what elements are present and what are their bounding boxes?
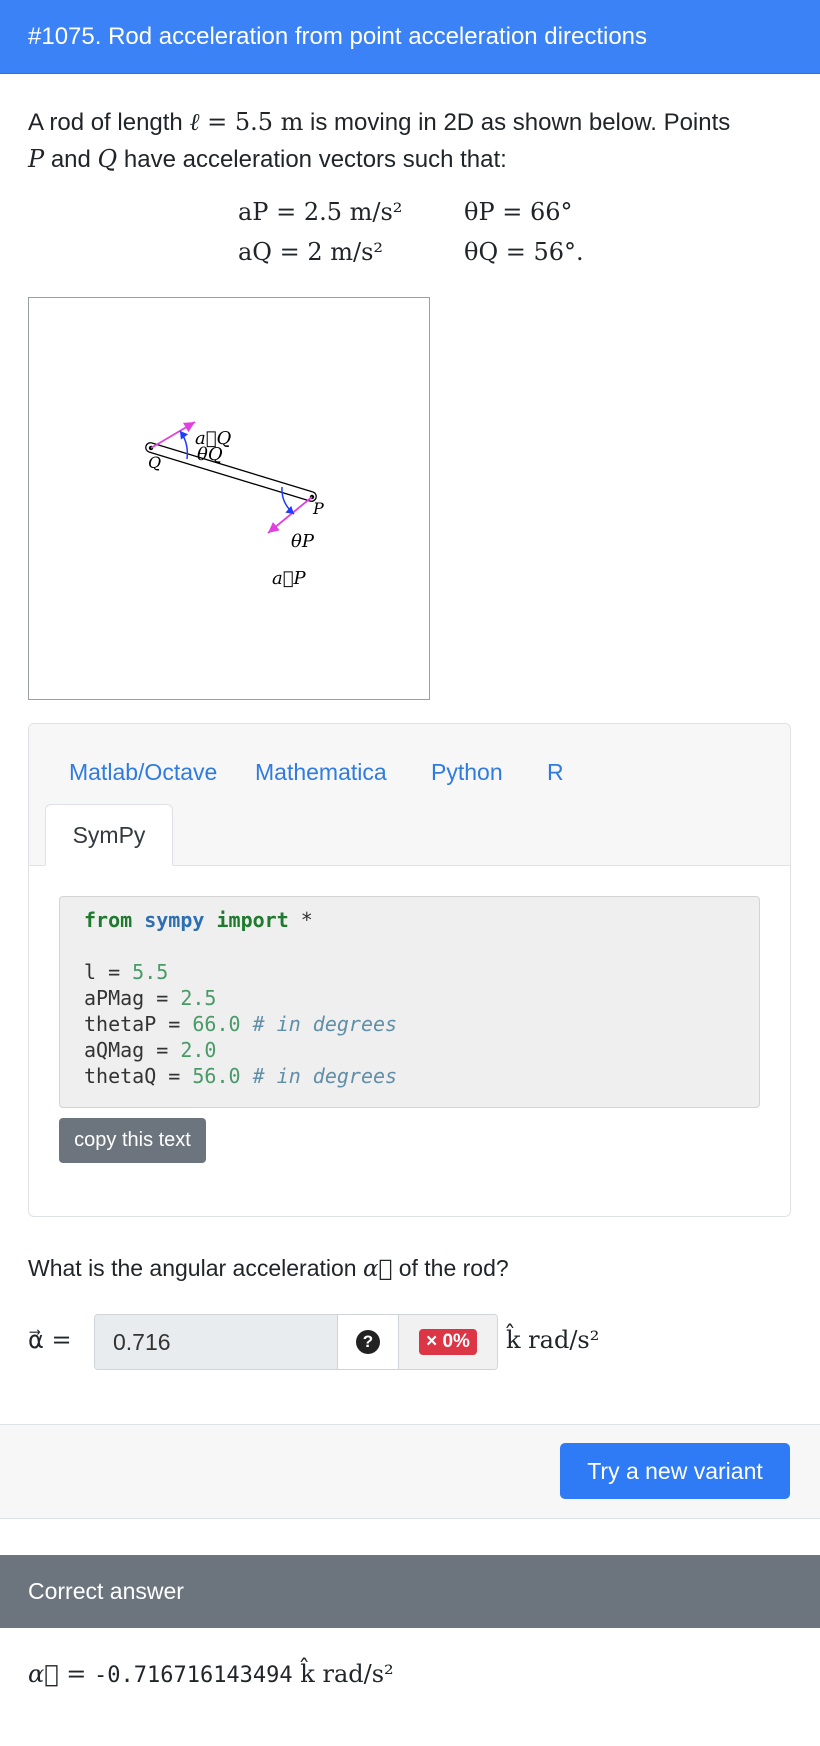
correct-answer-line: α⃗ = -0.716716143494 k̂ rad/s² <box>28 1660 394 1689</box>
answer-input-group: ? × 0% <box>94 1314 498 1370</box>
answer-label: α⃗ = <box>28 1326 72 1354</box>
code-assign: = <box>156 1064 193 1088</box>
code-var-name: l <box>84 960 97 984</box>
code-assign: = <box>144 1038 181 1062</box>
code-assign: = <box>156 1012 193 1036</box>
alpha-symbol: α⃗ <box>362 1256 393 1282</box>
tab-r[interactable]: R <box>547 759 564 786</box>
language-tabs: Matlab/Octave Mathematica Python R SymPy <box>29 724 790 866</box>
vector-a-q <box>150 421 196 449</box>
equation-theta-p: θP = 66° <box>464 198 573 226</box>
rod-diagram: θQ Q a⃗Q P θP a⃗P <box>145 421 324 589</box>
tab-matlab-octave[interactable]: Matlab/Octave <box>69 759 217 786</box>
page: #1075. Rod acceleration from point accel… <box>0 0 820 1746</box>
correct-answer-header: Correct answer <box>0 1555 820 1628</box>
variant-bar: Try a new variant <box>0 1424 820 1519</box>
correct-answer-unit: k̂ rad/s² <box>292 1660 394 1688</box>
label-q: Q <box>148 453 161 472</box>
tab-python[interactable]: Python <box>431 759 503 786</box>
rod <box>145 442 317 502</box>
label-a-q: a⃗Q <box>195 428 232 449</box>
score-badge: × 0% <box>419 1329 477 1355</box>
question-text-before: What is the angular acceleration <box>28 1255 363 1281</box>
answer-unit: k̂ rad/s² <box>506 1326 600 1354</box>
question-text: What is the angular acceleration α⃗ of t… <box>28 1255 509 1282</box>
code-comment: # in degrees <box>240 1012 398 1036</box>
score-cell: × 0% <box>398 1315 497 1369</box>
code-var-value: 66.0 <box>192 1012 241 1036</box>
code-var-name: aQMag <box>84 1038 145 1062</box>
point-q-symbol: Q <box>97 145 118 173</box>
code-keyword-import: import <box>216 908 289 932</box>
code-var-value: 2.5 <box>180 986 217 1010</box>
tab-mathematica[interactable]: Mathematica <box>255 759 387 786</box>
problem-statement: A rod of length ℓ = 5.5 m is moving in 2… <box>28 104 798 178</box>
code-comment: # in degrees <box>240 1064 398 1088</box>
equation-aq: aQ = 2 m/s² <box>238 238 384 266</box>
code-keyword-from: from <box>84 908 133 932</box>
question-mark-icon: ? <box>356 1330 380 1354</box>
equals-sign: = <box>199 108 235 136</box>
angle-arc-theta-q <box>179 430 189 460</box>
code-assign: = <box>96 960 133 984</box>
correct-answer-title: Correct answer <box>28 1578 184 1604</box>
ell-symbol: ℓ <box>189 108 200 136</box>
code-card: Matlab/Octave Mathematica Python R SymPy… <box>28 723 791 1217</box>
correct-answer-label: α⃗ = <box>28 1660 94 1688</box>
try-new-variant-button[interactable]: Try a new variant <box>560 1443 790 1499</box>
code-var-name: thetaP <box>84 1012 157 1036</box>
rod-figure: θQ Q a⃗Q P θP a⃗P <box>28 297 430 700</box>
code-import-star: * <box>288 908 313 932</box>
code-var-name: thetaQ <box>84 1064 157 1088</box>
vector-a-p <box>267 496 313 534</box>
code-var-value: 5.5 <box>132 960 169 984</box>
code-block[interactable]: from sympy import * l = 5.5 aPMag = 2.5 … <box>59 896 760 1108</box>
code-module: sympy <box>144 908 205 932</box>
point-p-symbol: P <box>28 145 45 173</box>
intro-text-2: is moving in 2D as shown below. Points <box>303 109 731 136</box>
correct-answer-value: -0.716716143494 <box>93 1663 293 1688</box>
question-header: #1075. Rod acceleration from point accel… <box>0 0 820 74</box>
code-var-name: aPMag <box>84 986 145 1010</box>
code-assign: = <box>144 986 181 1010</box>
intro-and: and <box>44 146 98 173</box>
copy-text-button[interactable]: copy this text <box>59 1118 206 1163</box>
angle-arc-theta-p <box>281 486 295 515</box>
question-text-after: of the rod? <box>392 1255 509 1281</box>
answer-input[interactable] <box>95 1315 337 1369</box>
code-var-value: 2.0 <box>180 1038 217 1062</box>
question-title: #1075. Rod acceleration from point accel… <box>28 22 648 50</box>
help-button[interactable]: ? <box>337 1315 398 1369</box>
equation-theta-q: θQ = 56°. <box>464 238 584 266</box>
intro-text-1: A rod of length <box>28 109 190 136</box>
tab-sympy[interactable]: SymPy <box>45 804 173 866</box>
equation-ap: aP = 2.5 m/s² <box>238 198 403 226</box>
intro-text-3: have acceleration vectors such that: <box>117 146 507 173</box>
code-var-value: 56.0 <box>192 1064 241 1088</box>
label-p: P <box>312 499 324 518</box>
label-a-p: a⃗P <box>272 568 307 589</box>
rod-length-value: 5.5 m <box>234 108 304 136</box>
label-theta-p: θP <box>291 531 315 552</box>
